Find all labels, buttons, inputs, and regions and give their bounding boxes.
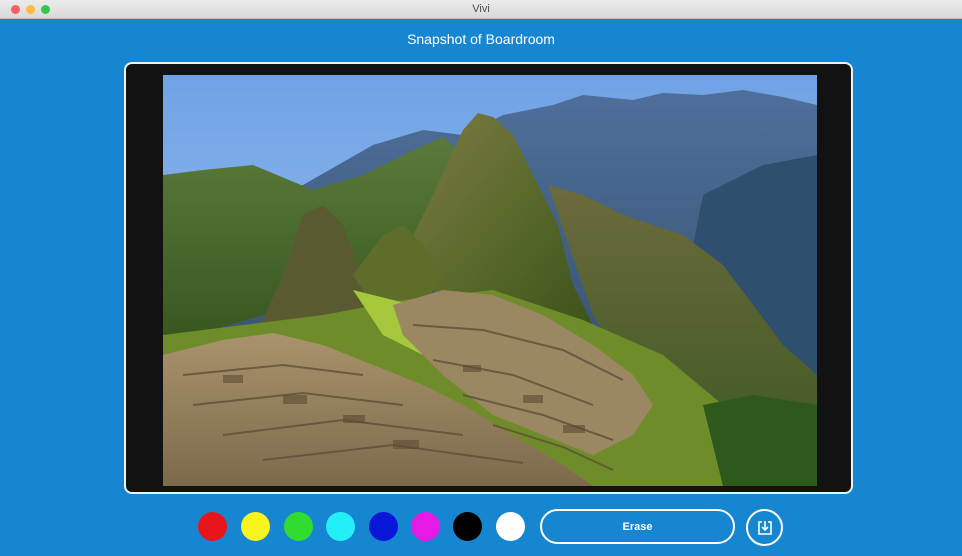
color-swatch-black[interactable] bbox=[453, 512, 482, 541]
color-swatch-blue[interactable] bbox=[369, 512, 398, 541]
drawing-toolbar: Erase bbox=[0, 506, 962, 550]
color-swatch-green[interactable] bbox=[284, 512, 313, 541]
color-swatch-white[interactable] bbox=[496, 512, 525, 541]
color-swatch-cyan[interactable] bbox=[326, 512, 355, 541]
color-swatch-yellow[interactable] bbox=[241, 512, 270, 541]
snapshot-frame bbox=[124, 62, 853, 494]
color-swatch-magenta[interactable] bbox=[411, 512, 440, 541]
page-title: Snapshot of Boardroom bbox=[407, 31, 555, 47]
title-bar[interactable]: Vivi bbox=[0, 0, 962, 19]
erase-button[interactable]: Erase bbox=[540, 509, 735, 544]
snapshot-image[interactable] bbox=[163, 75, 817, 486]
app-window: Vivi Snapshot of Boardroom Erase bbox=[0, 0, 962, 556]
window-title: Vivi bbox=[472, 3, 490, 15]
color-swatch-red[interactable] bbox=[198, 512, 227, 541]
save-snapshot-button[interactable] bbox=[746, 509, 783, 546]
download-icon bbox=[757, 520, 772, 535]
